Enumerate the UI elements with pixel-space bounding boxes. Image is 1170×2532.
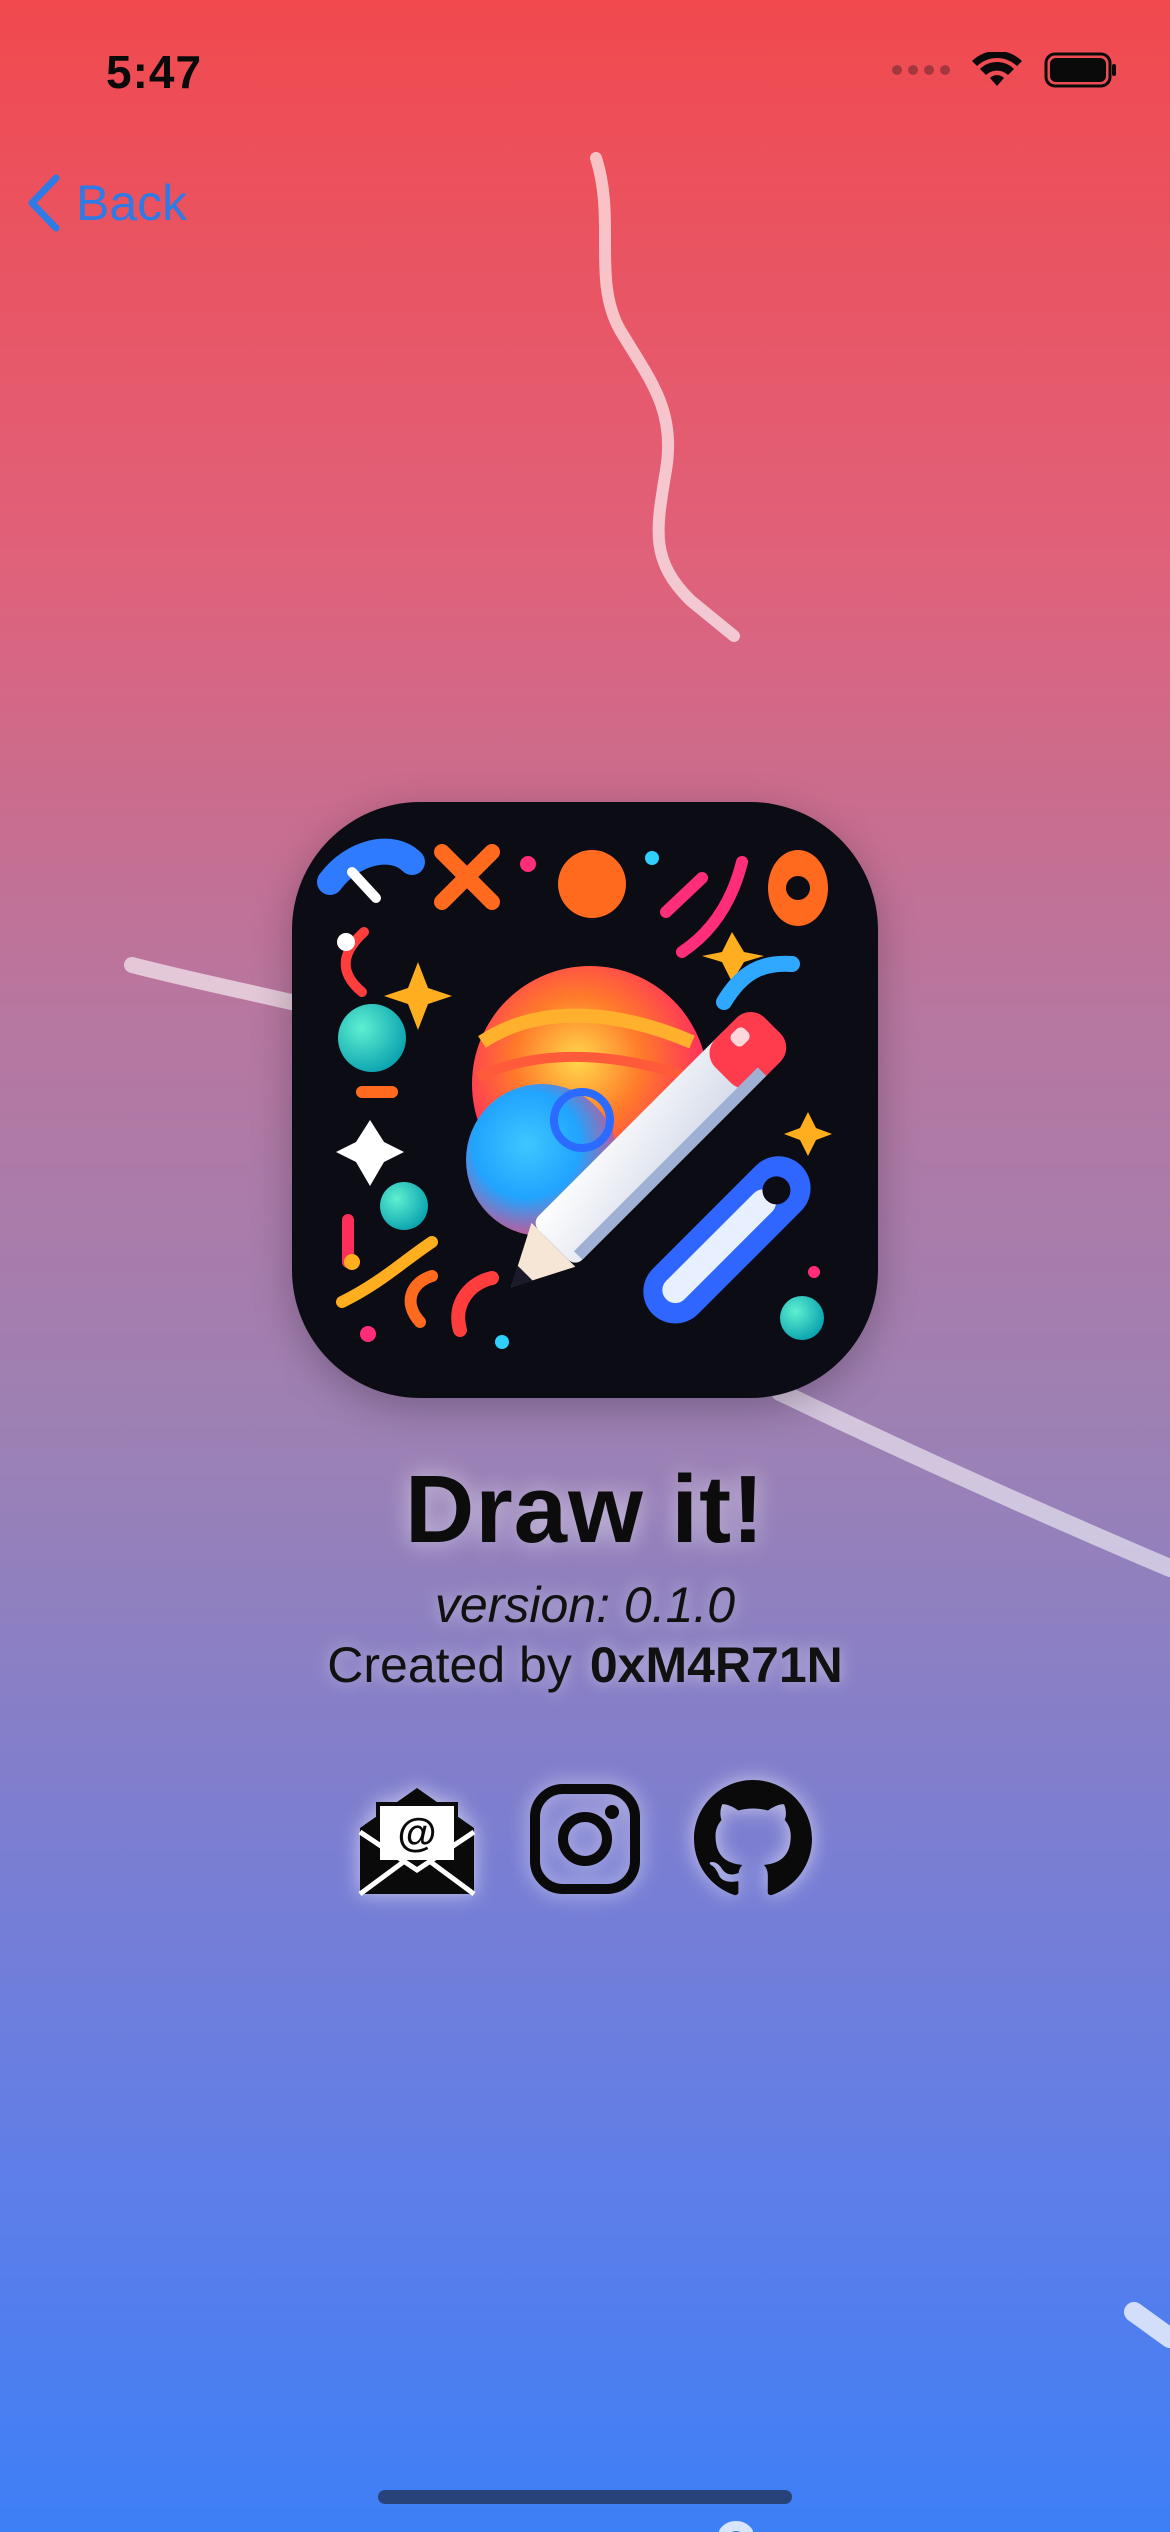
status-time: 5:47 bbox=[106, 46, 203, 98]
status-icons bbox=[892, 52, 1118, 88]
social-links: @ bbox=[0, 1778, 1170, 1900]
status-bar: 5:47 bbox=[0, 0, 1170, 150]
created-by-label: Created by bbox=[327, 1637, 572, 1693]
back-label: Back bbox=[76, 175, 188, 231]
wifi-icon bbox=[972, 52, 1022, 86]
battery-icon bbox=[1044, 52, 1116, 88]
github-button[interactable] bbox=[692, 1778, 814, 1900]
author-name: 0xM4R71N bbox=[589, 1637, 843, 1693]
svg-text:@: @ bbox=[397, 1811, 436, 1855]
chevron-left-icon bbox=[28, 174, 60, 232]
back-button[interactable]: Back bbox=[24, 172, 187, 234]
version-text: version: 0.1.0 bbox=[434, 1577, 736, 1633]
email-button[interactable]: @ bbox=[356, 1778, 478, 1900]
cellular-signal-icon bbox=[892, 65, 950, 75]
instagram-button[interactable] bbox=[524, 1778, 646, 1900]
instagram-icon bbox=[530, 1784, 640, 1894]
created-by-text: Created by 0xM4R71N bbox=[0, 1636, 1170, 1694]
app-title: Draw it! bbox=[404, 1456, 766, 1563]
home-indicator[interactable] bbox=[378, 2490, 792, 2504]
app-icon bbox=[292, 802, 878, 1398]
mail-at-icon: @ bbox=[358, 1788, 476, 1897]
github-icon bbox=[694, 1780, 812, 1896]
